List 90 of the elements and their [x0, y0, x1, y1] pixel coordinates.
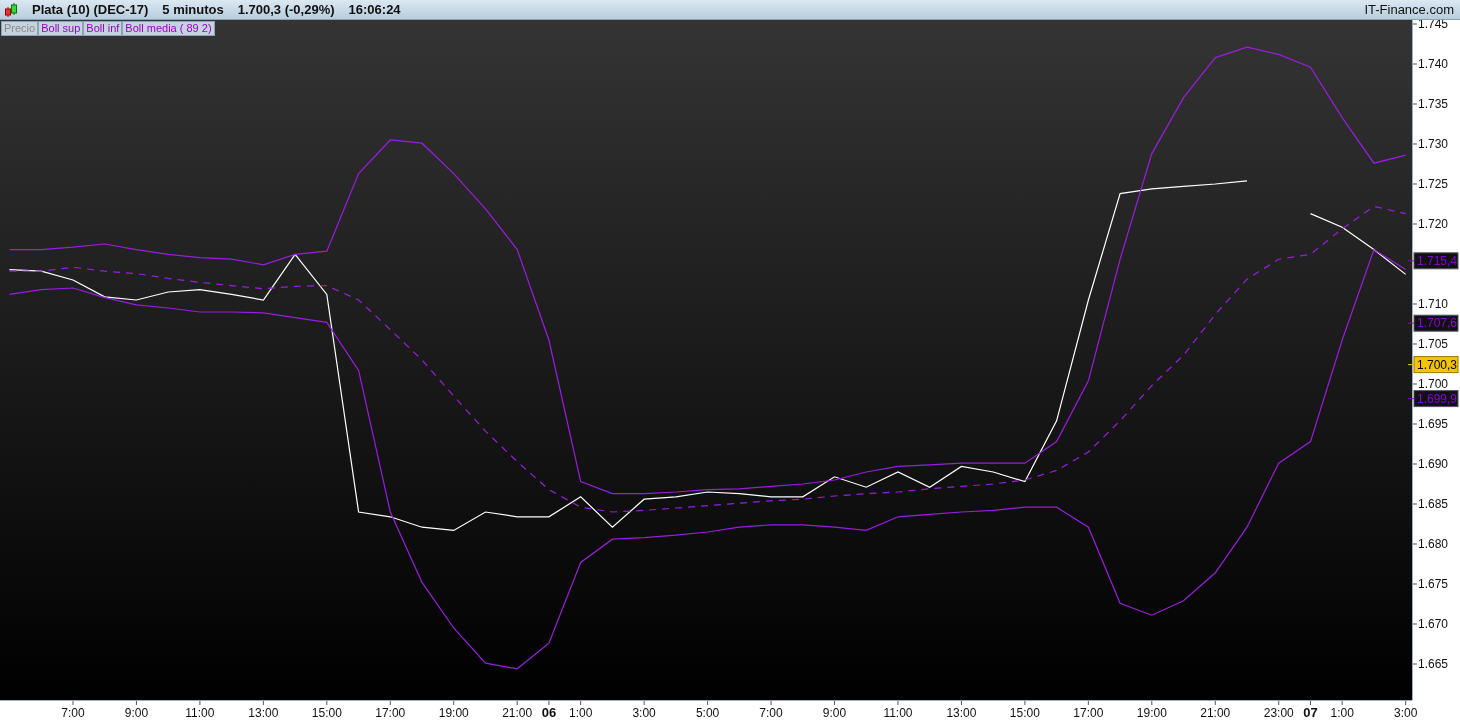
x-tick-label: 17:00 — [1073, 706, 1104, 720]
x-tick-label: 19:00 — [438, 706, 470, 720]
x-tick-label: 17:00 — [375, 706, 406, 720]
x-axis-tick: 11:00 — [185, 700, 215, 720]
y-tick-label: 1.735 — [1418, 97, 1449, 111]
y-axis-tick: 1.685 — [1412, 497, 1449, 511]
y-tick-label: 1.670 — [1418, 617, 1449, 631]
legend-item[interactable]: Precio — [1, 21, 39, 36]
legend-item[interactable]: Boll sup — [38, 21, 84, 36]
x-tick-label: 5:00 — [695, 706, 720, 720]
x-axis-tick: 21:00 — [1200, 700, 1231, 720]
x-axis-tick: 1:00 — [1330, 700, 1354, 720]
y-axis-tick: 1.710 — [1412, 297, 1449, 311]
y-axis-tick: 1.675 — [1412, 577, 1449, 591]
y-tick-label: 1.705 — [1418, 337, 1449, 351]
brand-label: IT-Finance.com — [1364, 2, 1454, 17]
x-tick-label: 23:00 — [1263, 706, 1295, 720]
y-tick-label: 1.720 — [1418, 217, 1449, 231]
x-axis-tick: 23:00 — [1263, 700, 1294, 720]
x-axis-tick: 19:00 — [438, 700, 469, 720]
day-label: 06 — [541, 700, 557, 720]
y-axis-tick: 1.695 — [1412, 417, 1449, 431]
x-axis-tick: 7:00 — [759, 700, 783, 720]
x-tick-label: 9:00 — [822, 706, 847, 720]
x-tick-label: 3:00 — [632, 706, 657, 720]
x-tick-label: 19:00 — [1136, 706, 1168, 720]
x-axis-tick: 17:00 — [375, 700, 406, 720]
y-axis-tick: 1.690 — [1412, 457, 1449, 471]
x-tick-label: 11:00 — [185, 706, 215, 720]
x-tick-label: 1:00 — [568, 706, 593, 720]
y-tick-label: 1.745 — [1418, 17, 1449, 31]
clock-time: 16:06:24 — [348, 2, 401, 17]
y-axis-tick: 1.705 — [1412, 337, 1449, 351]
y-tick-label: 1.680 — [1418, 537, 1449, 551]
price-change: 1.700,3 (-0,29%) — [237, 2, 335, 17]
x-axis-tick: 9:00 — [822, 700, 847, 720]
x-tick-label: 11:00 — [883, 706, 913, 720]
legend-item[interactable]: Boll media ( 89 2) — [122, 21, 215, 36]
x-axis-tick: 15:00 — [311, 700, 342, 720]
x-tick-label: 15:00 — [311, 706, 343, 720]
y-tick-label: 1.710 — [1418, 297, 1449, 311]
y-axis-tick: 1.665 — [1412, 657, 1449, 671]
x-tick-label: 21:00 — [502, 706, 533, 720]
y-axis-tick: 1.670 — [1412, 617, 1449, 631]
x-axis-tick: 21:00 — [502, 700, 533, 720]
x-tick-label: 1:00 — [1330, 706, 1355, 720]
y-axis-tick: 1.745 — [1412, 20, 1449, 31]
y-axis-tick: 1.700 — [1412, 377, 1449, 391]
x-axis-tick: 19:00 — [1136, 700, 1167, 720]
instrument-title: Plata (10) (DEC-17) — [32, 2, 149, 17]
y-axis-tick: 1.740 — [1412, 57, 1449, 71]
x-axis-tick: 13:00 — [248, 700, 279, 720]
y-tick-label: 1.675 — [1418, 577, 1449, 591]
y-tick-label: 1.665 — [1418, 657, 1449, 671]
x-axis-tick: 15:00 — [1009, 700, 1040, 720]
x-tick-label: 7:00 — [759, 706, 784, 720]
y-tick-label: 1.700 — [1418, 377, 1449, 391]
x-tick-label: 9:00 — [124, 706, 149, 720]
y-tick-label: 1.685 — [1418, 497, 1449, 511]
x-axis-tick: 3:00 — [1393, 700, 1418, 720]
y-axis-tick: 1.730 — [1412, 137, 1449, 151]
timeframe-label: 5 minutos — [162, 2, 224, 17]
x-tick-label: 13:00 — [248, 706, 279, 720]
x-tick-label: 06 — [541, 705, 557, 720]
y-tick-label: 1.695 — [1418, 417, 1449, 431]
x-axis-tick: 7:00 — [61, 700, 85, 720]
x-axis-tick: 9:00 — [124, 700, 149, 720]
x-axis-tick: 1:00 — [569, 700, 593, 720]
legend-item[interactable]: Boll inf — [83, 21, 123, 36]
y-axis-tick: 1.720 — [1412, 217, 1449, 231]
x-tick-label: 7:00 — [61, 706, 85, 720]
x-tick-label: 21:00 — [1200, 706, 1231, 720]
y-axis-tick: 1.725 — [1412, 177, 1449, 191]
x-tick-label: 07 — [1303, 705, 1318, 720]
x-axis-tick: 3:00 — [632, 700, 656, 720]
x-axis-tick: 11:00 — [883, 700, 913, 720]
x-axis-tick: 17:00 — [1073, 700, 1104, 720]
x-tick-label: 15:00 — [1009, 706, 1041, 720]
y-tick-label: 1.690 — [1418, 457, 1449, 471]
y-tick-label: 1.725 — [1418, 177, 1449, 191]
candlestick-icon — [4, 1, 18, 18]
x-tick-label: 13:00 — [946, 706, 977, 720]
day-label: 07 — [1303, 700, 1318, 720]
y-tick-label: 1.730 — [1418, 137, 1449, 151]
y-axis-tick: 1.680 — [1412, 537, 1449, 551]
y-tick-label: 1.740 — [1418, 57, 1449, 71]
x-axis-tick: 5:00 — [695, 700, 720, 720]
y-axis-tick: 1.735 — [1412, 97, 1449, 111]
x-axis-tick: 13:00 — [946, 700, 977, 720]
x-tick-label: 3:00 — [1393, 706, 1418, 720]
